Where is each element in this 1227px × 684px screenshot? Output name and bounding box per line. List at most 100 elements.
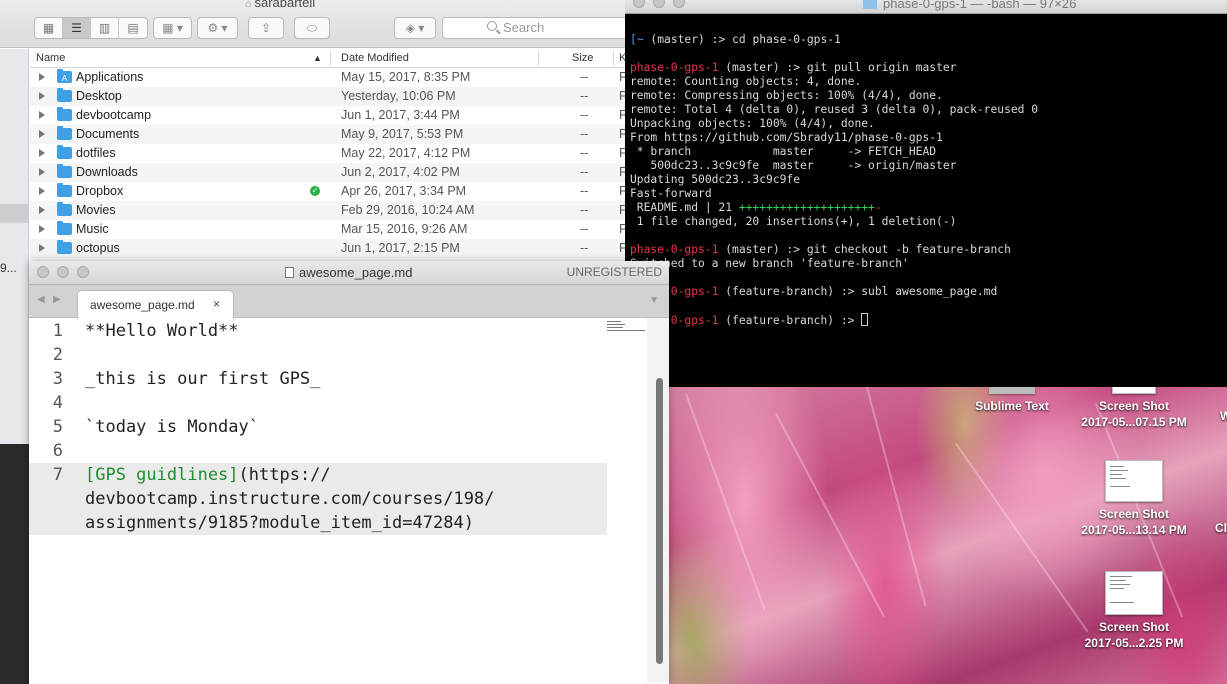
disclosure-triangle-icon[interactable] xyxy=(39,149,45,157)
table-row[interactable]: Dropbox ✓ Apr 26, 2017, 3:34 PM -- F xyxy=(30,182,625,201)
tab-close-icon[interactable]: × xyxy=(213,297,220,311)
code-line: **Hello World** xyxy=(85,321,239,341)
disclosure-triangle-icon[interactable] xyxy=(39,206,45,214)
column-view-icon[interactable]: ▥ xyxy=(91,18,119,38)
tab-forward-icon[interactable]: ▶ xyxy=(53,294,61,305)
folder-icon xyxy=(57,183,72,197)
desktop-icon-screenshot-3[interactable]: Screen Shot 2017-05...2.25 PM xyxy=(1079,571,1189,651)
zoom-button[interactable] xyxy=(77,266,89,278)
disclosure-triangle-icon[interactable] xyxy=(39,187,45,195)
terminal-command: (master) :> cd phase-0-gps-1 xyxy=(643,33,841,46)
folder-icon xyxy=(57,107,72,121)
gear-icon: ⚙ ▾ xyxy=(207,21,228,35)
terminal-output-line: remote: Total 4 (delta 0), reused 3 (del… xyxy=(630,103,1039,116)
code-editor[interactable]: 1 **Hello World** 2 3 _this is our first… xyxy=(29,318,669,683)
tab-back-icon[interactable]: ◀ xyxy=(37,294,45,305)
disclosure-triangle-icon[interactable] xyxy=(39,111,45,119)
wallpaper-streak xyxy=(955,442,1089,633)
terminal-title: phase-0-gps-1 — -bash — 97×26 xyxy=(863,0,1076,11)
disclosure-triangle-icon[interactable] xyxy=(39,244,45,252)
desktop-edge-fragment: W xyxy=(1220,409,1227,423)
finder-toolbar: ⌂ sarabartell ▦ ☰ ▥ ▤ ▦ ▾ ⚙ ▾ ⇪ ⬭ ◈ ▾ Sea… xyxy=(0,0,625,48)
search-field[interactable]: Search xyxy=(442,17,625,39)
arrange-button[interactable]: ▦ ▾ xyxy=(153,17,192,39)
terminal-command: (feature-branch) :> subl awesome_page.md xyxy=(718,285,998,298)
document-icon xyxy=(285,267,294,278)
disclosure-triangle-icon[interactable] xyxy=(39,225,45,233)
zoom-button[interactable] xyxy=(673,0,685,8)
sublime-title-text: awesome_page.md xyxy=(299,265,413,280)
line-number: 3 xyxy=(52,369,63,389)
disclosure-triangle-icon[interactable] xyxy=(39,168,45,176)
column-header-name[interactable]: Name xyxy=(36,52,65,64)
file-size: -- xyxy=(580,127,589,141)
table-row[interactable]: A Applications May 15, 2017, 8:35 PM -- F xyxy=(30,68,625,87)
file-date: Yesterday, 10:06 PM xyxy=(341,89,456,103)
share-button[interactable]: ⇪ xyxy=(248,17,284,39)
table-row[interactable]: Downloads Jun 2, 2017, 4:02 PM -- F xyxy=(30,163,625,182)
action-button[interactable]: ⚙ ▾ xyxy=(197,17,238,39)
prompt-dir: [ xyxy=(630,33,637,46)
column-header-date[interactable]: Date Modified xyxy=(341,52,409,64)
terminal-command: (master) :> git checkout -b feature-bran… xyxy=(718,243,1011,256)
desktop-icon-label: 2017-05...2.25 PM xyxy=(1084,636,1184,650)
tab-menu-icon[interactable]: ▼ xyxy=(649,295,659,306)
minimize-button[interactable] xyxy=(653,0,665,8)
file-name: Applications xyxy=(76,70,144,84)
icon-view-icon[interactable]: ▦ xyxy=(35,18,63,38)
file-name: dotfiles xyxy=(76,146,116,160)
folder-icon xyxy=(863,0,877,9)
desktop-icon-label: 2017-05...07.15 PM xyxy=(1081,415,1187,429)
table-row[interactable]: Movies Feb 29, 2016, 10:24 AM -- F xyxy=(30,201,625,220)
table-row[interactable]: octopus Jun 1, 2017, 2:15 PM -- F xyxy=(30,239,625,258)
dropbox-icon: ◈ ▾ xyxy=(405,21,425,35)
table-row[interactable]: dotfiles May 22, 2017, 4:12 PM -- F xyxy=(30,144,625,163)
view-mode-segmented-control: ▦ ☰ ▥ ▤ xyxy=(34,17,148,39)
folder-glyph: A xyxy=(61,74,68,83)
list-view-icon[interactable]: ☰ xyxy=(63,18,91,38)
desktop: Sublime Text Screen Shot 2017-05...07.15… xyxy=(625,384,1227,684)
tab-awesome-page[interactable]: awesome_page.md × xyxy=(77,290,234,319)
disclosure-triangle-icon[interactable] xyxy=(39,130,45,138)
screenshot-thumbnail-icon xyxy=(1105,571,1163,615)
terminal-output[interactable]: [~ (master) :> cd phase-0-gps-1 phase-0-… xyxy=(630,33,1038,328)
close-button[interactable] xyxy=(633,0,645,8)
desktop-icon-screenshot-2[interactable]: Screen Shot 2017-05...13.14 PM xyxy=(1079,460,1189,538)
code-line-wrapped: devbootcamp.instructure.com/courses/198/ xyxy=(85,489,495,509)
search-icon xyxy=(487,21,497,31)
dropbox-button[interactable]: ◈ ▾ xyxy=(394,17,436,39)
folder-icon xyxy=(57,126,72,140)
file-size: -- xyxy=(580,89,589,103)
file-size: -- xyxy=(580,184,589,198)
desktop-icon-sublime-text[interactable]: Sublime Text xyxy=(957,384,1067,414)
vertical-scrollbar[interactable] xyxy=(656,378,663,664)
file-size: -- xyxy=(580,203,589,217)
sublime-text-window: awesome_page.md UNREGISTERED ◀ ▶ awesome… xyxy=(29,261,669,684)
file-date: May 15, 2017, 8:35 PM xyxy=(341,70,471,84)
folder-icon xyxy=(57,240,72,254)
column-header-size[interactable]: Size xyxy=(572,52,593,64)
home-icon: ⌂ xyxy=(244,0,252,10)
disclosure-triangle-icon[interactable] xyxy=(39,92,45,100)
file-name: Documents xyxy=(76,127,140,141)
table-row[interactable]: devbootcamp Jun 1, 2017, 3:44 PM -- F xyxy=(30,106,625,125)
terminal-output-line: remote: Counting objects: 4, done. xyxy=(630,75,862,88)
table-row[interactable]: Music Mar 15, 2016, 9:26 AM -- F xyxy=(30,220,625,239)
desktop-icon-screenshot-1[interactable]: Screen Shot 2017-05...07.15 PM xyxy=(1079,384,1189,430)
disclosure-triangle-icon[interactable] xyxy=(39,73,45,81)
code-line-wrapped: assignments/9185?module_item_id=47284) xyxy=(85,513,474,533)
cover-flow-icon[interactable]: ▤ xyxy=(119,18,147,38)
file-name: Dropbox xyxy=(76,184,124,198)
minimap[interactable] xyxy=(607,321,647,341)
file-size: -- xyxy=(580,108,589,122)
table-row[interactable]: Desktop Yesterday, 10:06 PM -- F xyxy=(30,87,625,106)
sidebar-selected-item[interactable] xyxy=(0,204,29,223)
close-button[interactable] xyxy=(37,266,49,278)
minimize-button[interactable] xyxy=(57,266,69,278)
line-number: 4 xyxy=(52,393,63,413)
table-row[interactable]: Documents May 9, 2017, 5:53 PM -- F xyxy=(30,125,625,144)
file-date: May 9, 2017, 5:53 PM xyxy=(341,127,464,141)
tags-button[interactable]: ⬭ xyxy=(294,17,330,39)
prompt-repo: phase-0-gps-1 xyxy=(630,243,719,256)
finder-title-text: sarabartell xyxy=(254,0,316,10)
